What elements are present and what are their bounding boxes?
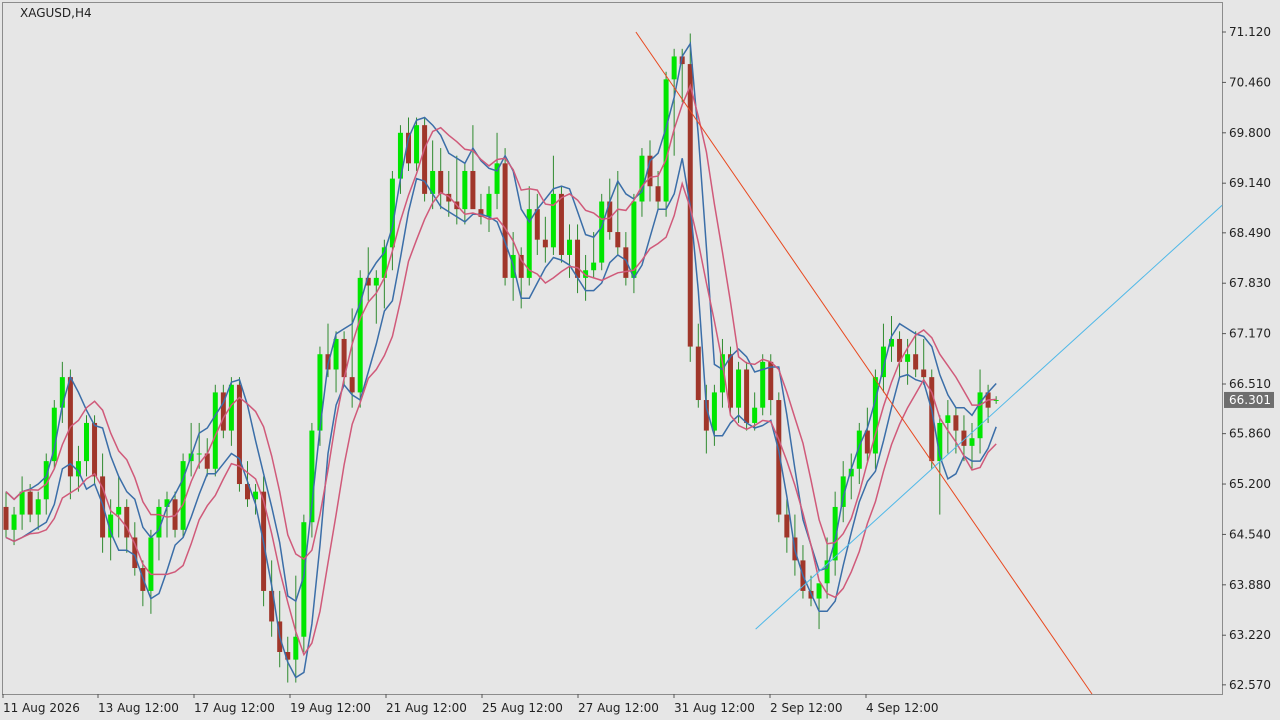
bearish-candle (615, 232, 621, 248)
bearish-candle (502, 163, 508, 278)
x-tick-label: 25 Aug 12:00 (482, 701, 563, 715)
bearish-candle (92, 422, 98, 477)
y-tick-label: 63.220 (1229, 628, 1271, 642)
x-tick-label: 31 Aug 12:00 (674, 701, 755, 715)
candlestick-series (3, 33, 999, 683)
chart-window[interactable]: XAGUSD,H4 71.120 70.460 69.800 69.140 68.490… (0, 0, 1280, 720)
y-tick-label: 69.140 (1229, 176, 1271, 190)
bearish-candle (744, 369, 750, 423)
y-tick-label: 62.570 (1229, 678, 1271, 692)
x-tick-label: 4 Sep 12:00 (866, 701, 938, 715)
bullish-candle (156, 506, 162, 538)
bullish-candle (567, 239, 572, 255)
y-tick-label: 70.460 (1229, 75, 1271, 89)
bullish-candle (462, 170, 468, 210)
bearish-candle (913, 354, 919, 370)
bearish-candle (953, 415, 959, 431)
bearish-candle (542, 239, 548, 248)
ma-blue-upper (5, 41, 997, 603)
bullish-candle (19, 491, 25, 515)
price-chart[interactable]: XAGUSD,H4 71.120 70.460 69.800 69.140 68.490… (0, 0, 1280, 720)
bullish-candle (293, 636, 299, 660)
y-tick-label: 71.120 (1229, 25, 1271, 39)
y-tick-label: 66.510 (1229, 377, 1271, 391)
bearish-candle (349, 377, 355, 393)
bullish-candle (196, 453, 202, 455)
bearish-candle (575, 239, 581, 278)
symbol-title: XAGUSD,H4 (20, 6, 92, 20)
x-tick-label: 19 Aug 12:00 (290, 701, 371, 715)
y-tick-label: 68.490 (1229, 226, 1271, 240)
bearish-candle (864, 430, 870, 454)
bearish-candle (470, 170, 476, 210)
y-axis: 71.120 70.460 69.800 69.140 68.490 67.830 67.1… (1222, 25, 1271, 692)
bullish-candle (945, 415, 951, 423)
bullish-candle (591, 262, 597, 271)
ma-pink-upper (5, 83, 997, 561)
x-axis: 11 Aug 2026 13 Aug 12:00 17 Aug 12:00 19 Au… (2, 694, 938, 715)
bullish-trendline[interactable] (755, 204, 1223, 630)
y-tick-label: 64.540 (1229, 527, 1271, 541)
bullish-candle (752, 407, 758, 423)
bearish-candle (784, 514, 790, 538)
bullish-candle (663, 79, 669, 202)
bullish-candle (180, 461, 186, 530)
current-price-tag: 66.301 (1224, 391, 1274, 408)
y-tick-label: 69.800 (1229, 126, 1271, 140)
bearish-candle (27, 491, 33, 515)
bullish-candle (373, 277, 379, 286)
bullish-candle (486, 193, 492, 217)
bullish-candle (116, 506, 122, 515)
bullish-candle (711, 392, 717, 431)
bullish-candle (671, 56, 677, 80)
bullish-candle (11, 514, 17, 530)
bearish-candle (695, 346, 701, 401)
y-tick-label: 63.880 (1229, 578, 1271, 592)
current-price-label: 66.301 (1229, 393, 1271, 407)
bearish-candle (534, 209, 540, 240)
bullish-candle (816, 583, 822, 599)
x-tick-label: 11 Aug 2026 (3, 701, 80, 715)
bearish-candle (558, 193, 564, 255)
bearish-candle (132, 537, 138, 569)
ma-pink-lower (5, 181, 997, 657)
bearish-candle (438, 170, 444, 194)
y-tick-label: 67.830 (1229, 276, 1271, 290)
bullish-candle (35, 499, 41, 515)
bullish-candle (599, 201, 605, 263)
ma-blue-lower (5, 158, 997, 679)
y-tick-label: 67.170 (1229, 327, 1271, 341)
bearish-candle (921, 369, 927, 378)
bullish-candle (148, 537, 154, 591)
bullish-candle (639, 155, 645, 202)
bullish-candle (550, 193, 556, 248)
plot-area-border (2, 2, 1223, 695)
bearish-candle (3, 506, 9, 530)
y-tick-label: 65.200 (1229, 477, 1271, 491)
x-tick-label: 13 Aug 12:00 (98, 701, 179, 715)
x-tick-label: 27 Aug 12:00 (578, 701, 659, 715)
x-tick-label: 17 Aug 12:00 (194, 701, 275, 715)
bullish-candle (969, 438, 975, 446)
bearish-candle (655, 186, 661, 202)
y-tick-label: 65.860 (1229, 427, 1271, 441)
bearish-trendline[interactable] (635, 31, 1093, 695)
x-tick-label: 2 Sep 12:00 (770, 701, 842, 715)
bullish-candle (414, 125, 420, 164)
x-tick-label: 21 Aug 12:00 (386, 701, 467, 715)
bullish-candle (905, 354, 911, 362)
moving-average-lines (5, 41, 997, 679)
bullish-candle (631, 201, 637, 278)
bearish-candle (124, 506, 130, 538)
bullish-candle (84, 422, 89, 462)
bullish-candle (736, 369, 742, 408)
